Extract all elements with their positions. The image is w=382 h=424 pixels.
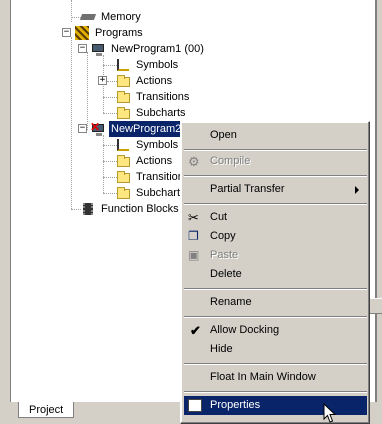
- menu-item-properties[interactable]: Properties: [184, 396, 367, 415]
- menu-item-label: Float In Main Window: [210, 371, 316, 383]
- mouse-pointer-icon: [323, 403, 337, 423]
- tree-item-transition-2[interactable]: Transition: [115, 169, 186, 185]
- tree-item-label: Transition: [136, 171, 184, 183]
- collapse-programs-toggle[interactable]: −: [62, 28, 71, 37]
- tree-item-programs[interactable]: Programs: [74, 25, 145, 41]
- menu-separator: [184, 391, 367, 393]
- menu-item-label: Allow Docking: [210, 324, 280, 336]
- programs-icon: [74, 25, 90, 41]
- menu-item-copy[interactable]: ❐ Copy: [184, 227, 367, 246]
- checkmark-icon: ✔: [190, 323, 201, 338]
- folder-icon: [115, 185, 131, 201]
- tree-item-label: Actions: [136, 75, 173, 87]
- tree-item-label: Actions: [136, 155, 173, 167]
- tree-item-label: Symbols: [136, 59, 179, 71]
- tree-line: [87, 52, 88, 130]
- symbols-icon: [115, 137, 131, 153]
- tree-item-label: Programs: [95, 27, 143, 39]
- menu-item-label: Rename: [210, 296, 252, 308]
- collapse-newprogram1-toggle[interactable]: −: [78, 44, 87, 53]
- tree-item-memory[interactable]: Memory: [79, 9, 143, 25]
- menu-item-delete[interactable]: Delete: [184, 265, 367, 284]
- menu-separator: [184, 288, 367, 290]
- symbols-icon: [115, 57, 131, 73]
- compile-icon: ⚙: [188, 154, 200, 169]
- tab-project[interactable]: Project: [18, 402, 74, 418]
- submenu-arrow-icon: [355, 186, 359, 194]
- tree-item-subcharts-2[interactable]: Subcharts: [115, 185, 188, 201]
- menu-item-label: Hide: [210, 343, 233, 355]
- tree-item-newprogram2[interactable]: ✕ NewProgram2: [90, 121, 184, 137]
- menu-separator: [184, 316, 367, 318]
- tree-item-subcharts-1[interactable]: Subcharts: [115, 105, 188, 121]
- tree-item-newprogram1[interactable]: NewProgram1 (00): [90, 41, 206, 57]
- menu-item-label: Open: [210, 129, 237, 141]
- folder-icon: [115, 169, 131, 185]
- tree-item-label: Memory: [101, 11, 141, 23]
- tree-item-actions-1[interactable]: Actions: [115, 73, 174, 89]
- tree-line: [71, 37, 72, 209]
- tree-item-transitions-1[interactable]: Transitions: [115, 89, 191, 105]
- menu-item-float-in-main-window[interactable]: Float In Main Window: [184, 368, 367, 387]
- context-menu: Open ⚙ Compile Partial Transfer ✂ Cut ❐ …: [180, 121, 370, 424]
- paste-icon: ▣: [188, 248, 200, 262]
- menu-separator: [184, 203, 367, 205]
- tree-item-label: Function Blocks: [101, 203, 179, 215]
- menu-separator: [184, 175, 367, 177]
- tree-item-label: Subcharts: [136, 107, 186, 119]
- folder-icon: [115, 73, 131, 89]
- tree-item-label: Transitions: [136, 91, 190, 103]
- program-error-icon: ✕: [90, 121, 106, 137]
- tree-item-symbols-2[interactable]: Symbols: [115, 137, 180, 153]
- expand-actions-toggle[interactable]: +: [98, 76, 107, 85]
- tree-item-symbols-1[interactable]: Symbols: [115, 57, 180, 73]
- collapse-newprogram2-toggle[interactable]: −: [78, 124, 87, 133]
- menu-item-label: Partial Transfer: [210, 183, 285, 195]
- tree-item-label: NewProgram2: [109, 121, 184, 137]
- menu-item-cut[interactable]: ✂ Cut: [184, 208, 367, 227]
- tree-line: [103, 135, 104, 193]
- tree-item-label: Symbols: [136, 139, 179, 151]
- copy-icon: ❐: [188, 229, 199, 243]
- menu-item-partial-transfer[interactable]: Partial Transfer: [184, 180, 367, 199]
- menu-item-paste[interactable]: ▣ Paste: [184, 246, 367, 265]
- folder-icon: [115, 89, 131, 105]
- menu-item-compile[interactable]: ⚙ Compile: [184, 152, 367, 171]
- tab-label: Project: [29, 404, 64, 416]
- menu-item-open[interactable]: Open: [184, 126, 367, 145]
- folder-icon: [115, 105, 131, 121]
- menu-item-label: Copy: [210, 230, 236, 242]
- tree-item-function-blocks[interactable]: Function Blocks: [80, 201, 181, 217]
- menu-separator: [184, 363, 367, 365]
- menu-item-hide[interactable]: Hide: [184, 340, 367, 359]
- memory-icon: [79, 9, 97, 25]
- menu-item-label: Delete: [210, 268, 242, 280]
- menu-item-label: Properties: [210, 399, 261, 411]
- program-cpu-icon: [90, 41, 106, 57]
- properties-icon: [188, 399, 202, 412]
- menu-item-label: Paste: [210, 249, 239, 261]
- tree-item-label: NewProgram1 (00): [111, 43, 204, 55]
- menu-item-rename[interactable]: Rename: [184, 293, 367, 312]
- function-blocks-icon: [80, 201, 96, 217]
- folder-icon: [115, 153, 131, 169]
- menu-item-allow-docking[interactable]: ✔ Allow Docking: [184, 321, 367, 340]
- tree-line: [71, 0, 72, 22]
- tree-item-actions-2[interactable]: Actions: [115, 153, 174, 169]
- scissors-icon: ✂: [188, 210, 199, 225]
- menu-item-label: Cut: [210, 211, 228, 223]
- menu-separator: [184, 149, 367, 151]
- menu-item-label: Compile: [210, 155, 251, 167]
